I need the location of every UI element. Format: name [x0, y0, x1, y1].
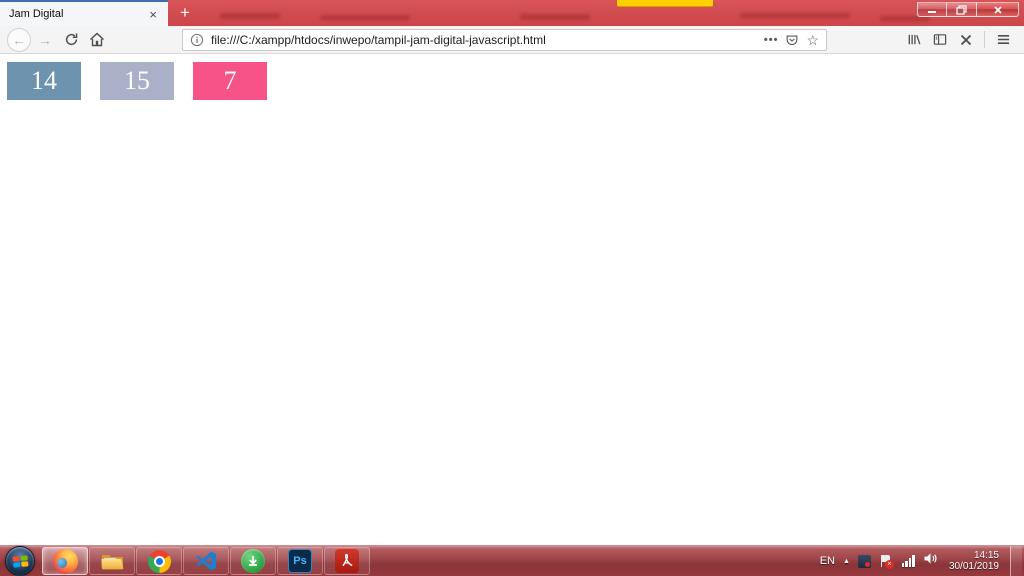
chrome-icon: [147, 549, 171, 573]
vscode-icon: [196, 551, 216, 571]
home-button[interactable]: [84, 28, 110, 52]
sidebar-icon: [933, 34, 947, 45]
network-icon[interactable]: [901, 555, 915, 567]
browser-tab-jam-digital[interactable]: Jam Digital ×: [0, 0, 168, 26]
taskbar-explorer-button[interactable]: [89, 547, 135, 575]
restore-icon: [956, 4, 967, 15]
home-icon: [89, 32, 105, 47]
close-icon: [993, 5, 1002, 14]
minimize-icon: [928, 11, 936, 13]
start-button[interactable]: [5, 546, 35, 576]
volume-icon[interactable]: [923, 552, 938, 570]
navigation-toolbar: ← → •: [0, 26, 1024, 54]
tray-app-icon[interactable]: [857, 554, 871, 568]
new-tab-button[interactable]: +: [173, 3, 197, 24]
digital-clock: 14 15 7: [7, 62, 1024, 100]
clock-hours-box: 14: [7, 62, 81, 100]
toolbar-separator: [984, 31, 985, 48]
reload-button[interactable]: [58, 28, 84, 52]
idm-icon: [241, 549, 265, 573]
browser-titlebar: Jam Digital × +: [0, 0, 1024, 26]
tray-time: 14:15: [973, 550, 999, 561]
show-desktop-button[interactable]: [1010, 545, 1022, 576]
taskbar-chrome-button[interactable]: [136, 547, 182, 575]
background-artifact: [220, 13, 280, 19]
tab-title: Jam Digital: [9, 8, 64, 20]
bookmark-star-icon[interactable]: ☆: [806, 33, 819, 47]
extension-button[interactable]: [953, 28, 979, 52]
tab-close-icon[interactable]: ×: [147, 8, 159, 21]
back-button[interactable]: ←: [6, 27, 32, 52]
page-content: 14 15 7: [0, 54, 1024, 544]
windows-logo-icon: [11, 554, 29, 568]
close-button[interactable]: [977, 2, 1019, 17]
back-icon: ←: [7, 27, 31, 52]
extension-x-icon: [960, 34, 972, 45]
window-controls: [917, 2, 1019, 17]
reload-icon: [65, 33, 77, 46]
clock-seconds-box: 7: [193, 62, 267, 100]
library-button[interactable]: [901, 28, 927, 52]
background-window-fragment: [617, 0, 713, 7]
acrobat-icon: [335, 549, 359, 573]
background-artifact: [320, 15, 410, 20]
action-center-flag-icon[interactable]: ×: [879, 554, 894, 569]
windows-taskbar: Ps EN ▲ × 14:15 30/01/2019: [0, 545, 1024, 576]
menu-button[interactable]: [990, 28, 1016, 52]
restore-button[interactable]: [947, 2, 977, 17]
sidebar-button[interactable]: [927, 28, 953, 52]
firefox-icon: [52, 548, 78, 574]
hamburger-menu-icon: [997, 34, 1009, 45]
taskbar-vscode-button[interactable]: [183, 547, 229, 575]
taskbar-photoshop-button[interactable]: Ps: [277, 547, 323, 575]
page-actions-icon[interactable]: •••: [764, 34, 779, 46]
taskbar-acrobat-button[interactable]: [324, 547, 370, 575]
url-bar[interactable]: ••• ☆: [182, 28, 827, 51]
forward-icon: →: [38, 31, 52, 48]
background-artifact: [740, 13, 850, 18]
photoshop-icon: Ps: [288, 549, 312, 573]
pocket-icon[interactable]: [785, 33, 799, 47]
action-center-alert-badge: ×: [884, 559, 894, 569]
library-icon: [908, 34, 921, 45]
forward-button[interactable]: →: [32, 28, 58, 52]
file-explorer-icon: [101, 555, 123, 570]
tray-date: 30/01/2019: [948, 561, 999, 572]
language-indicator[interactable]: EN: [820, 555, 835, 567]
hidden-icons-arrow[interactable]: ▲: [843, 558, 850, 565]
site-info-icon[interactable]: [190, 33, 204, 47]
clock-minutes-box: 15: [100, 62, 174, 100]
background-artifact: [520, 14, 590, 20]
url-input[interactable]: [211, 32, 757, 47]
system-tray: EN ▲ × 14:15 30/01/2019: [820, 545, 1022, 576]
taskbar-firefox-button[interactable]: [42, 547, 88, 575]
taskbar-idm-button[interactable]: [230, 547, 276, 575]
minimize-button[interactable]: [917, 2, 947, 17]
tray-clock[interactable]: 14:15 30/01/2019: [946, 550, 1002, 572]
desktop-screen: Jam Digital × + ← → file:///C:/xampp/htd…: [0, 0, 1024, 576]
